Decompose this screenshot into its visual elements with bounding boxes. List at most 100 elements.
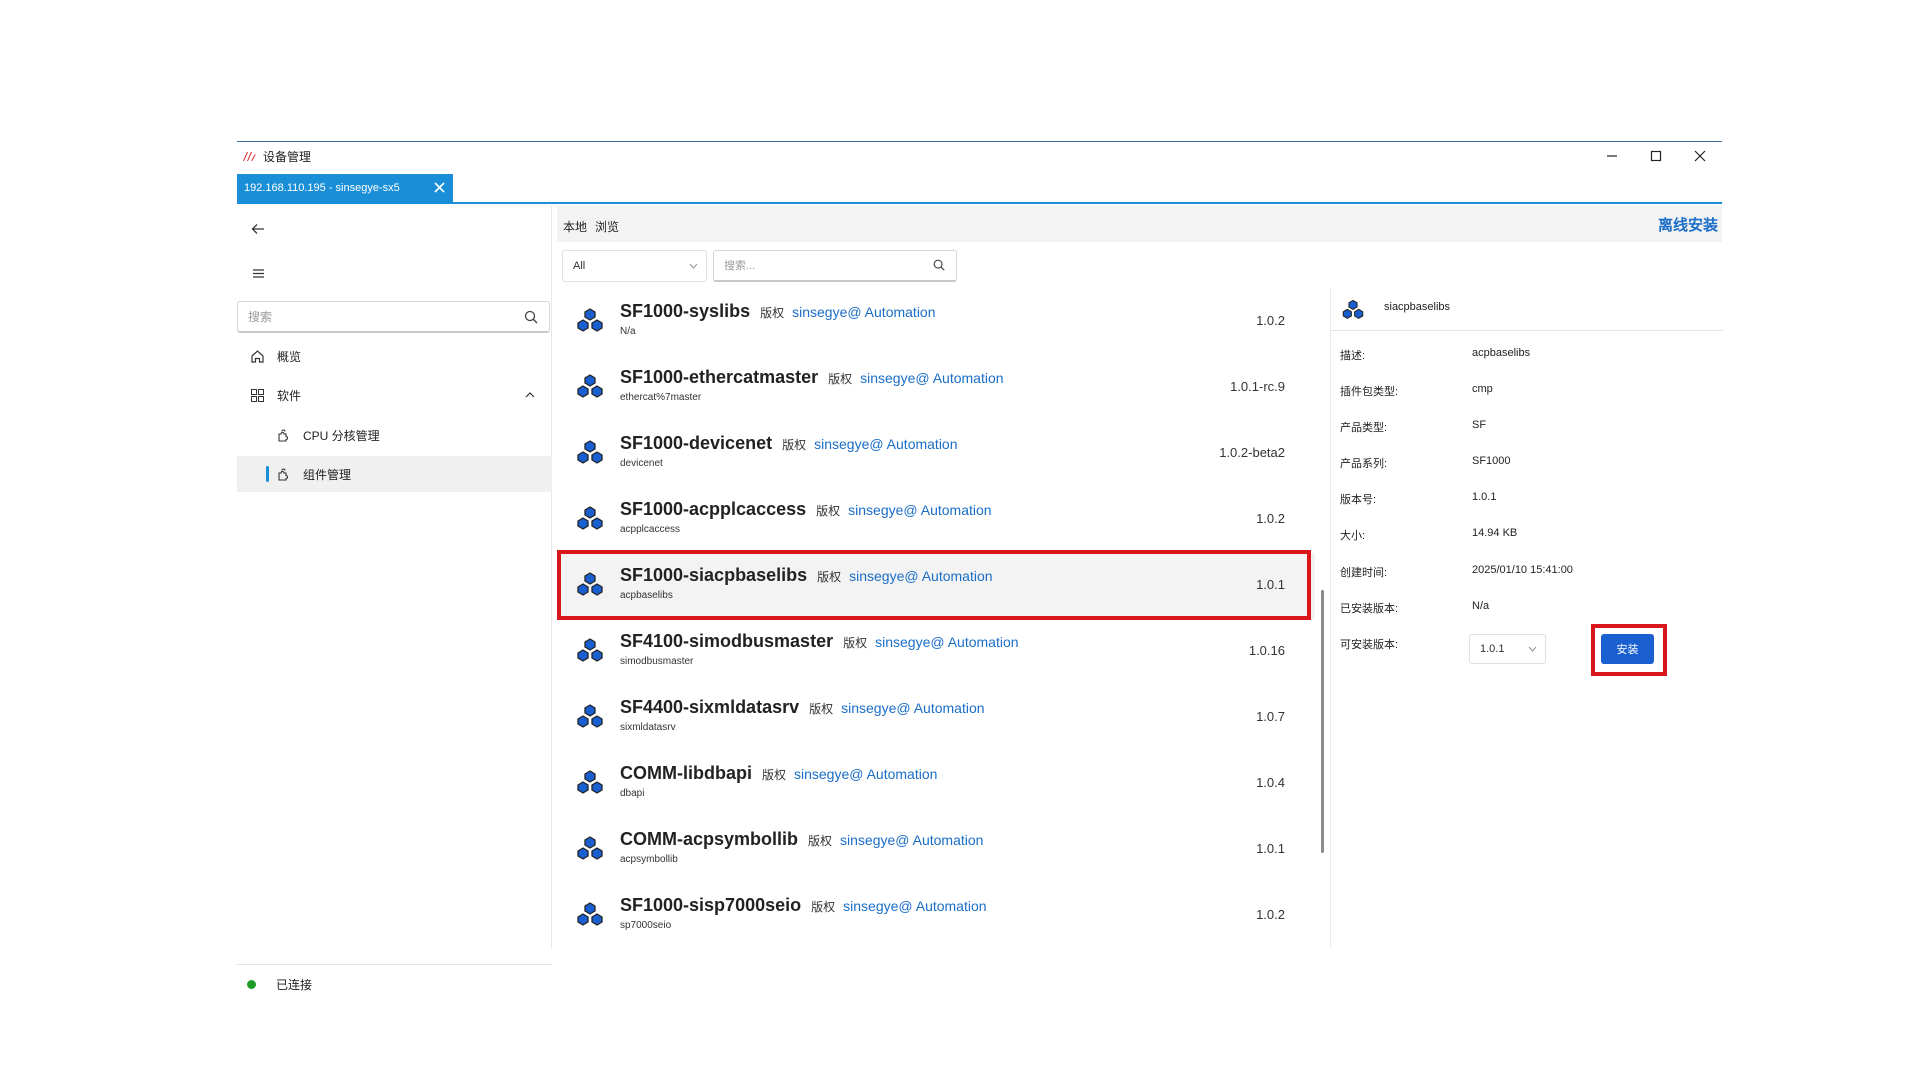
package-row[interactable]: SF1000-acpplcaccess 版权 sinsegye@ Automatio… (557, 487, 1315, 553)
tab-local[interactable]: 本地 (563, 218, 587, 235)
vendor-link[interactable]: sinsegye@ Automation (849, 568, 992, 584)
package-icon (574, 372, 606, 404)
vendor-link[interactable]: sinsegye@ Automation (794, 766, 937, 782)
property-key: 可安装版本: (1340, 639, 1399, 651)
package-row[interactable]: SF1000-ethercatmaster 版权 sinsegye@ Automat… (557, 355, 1315, 421)
install-version-select[interactable]: 1.0.1 (1469, 634, 1546, 664)
property-value: acpbaselibs (1472, 347, 1531, 359)
package-row[interactable]: COMM-acpsymbollib 版权 sinsegye@ Automation … (557, 817, 1315, 883)
vendor-link[interactable]: sinsegye@ Automation (840, 832, 983, 848)
package-name: SF1000-syslibs (620, 301, 751, 321)
detail-header: siacpbaselibs (1331, 289, 1723, 331)
package-row[interactable]: SF4100-simodbusmaster 版权 sinsegye@ Automat… (557, 619, 1315, 685)
package-row[interactable]: SF1000-syslibs 版权 sinsegye@ Automation N/a… (557, 289, 1315, 355)
puzzle-icon (275, 466, 291, 482)
vendor-link[interactable]: sinsegye@ Automation (843, 898, 986, 914)
vendor-link[interactable]: sinsegye@ Automation (841, 700, 984, 716)
vendor-link[interactable]: sinsegye@ Automation (814, 436, 957, 452)
package-version: 1.0.7 (1256, 709, 1285, 724)
maximize-button[interactable] (1634, 142, 1678, 170)
property-key: 大小: (1340, 530, 1366, 542)
sidebar-item-label: 组件管理 (303, 467, 352, 482)
package-version: 1.0.4 (1256, 775, 1285, 790)
grid-icon (249, 387, 265, 403)
tab-browse[interactable]: 浏览 (595, 218, 619, 235)
copyright-tag: 版权 (809, 702, 834, 716)
search-icon[interactable] (932, 258, 946, 272)
copyright-tag: 版权 (761, 768, 786, 782)
package-title: SF1000-syslibs 版权 sinsegye@ Automation (620, 301, 936, 322)
package-icon (574, 900, 606, 932)
package-subtitle: N/a (620, 326, 636, 337)
list-scrollbar[interactable] (1321, 590, 1324, 853)
package-row[interactable]: COMM-libdbapi 版权 sinsegye@ Automation dbap… (557, 751, 1315, 817)
package-version: 1.0.2 (1256, 511, 1285, 526)
detail-title: siacpbaselibs (1384, 301, 1451, 313)
property-key: 版本号: (1340, 494, 1377, 506)
puzzle-icon (275, 427, 291, 443)
search-icon[interactable] (523, 309, 539, 325)
package-title: SF1000-ethercatmaster 版权 sinsegye@ Automat… (620, 367, 1004, 388)
package-subtitle: dbapi (620, 788, 645, 799)
package-title: SF1000-acpplcaccess 版权 sinsegye@ Automatio… (620, 499, 992, 520)
package-title: SF4100-simodbusmaster 版权 sinsegye@ Automat… (620, 631, 1019, 652)
minimize-button[interactable] (1590, 142, 1634, 170)
category-filter-select[interactable]: All (562, 250, 707, 282)
package-search-input[interactable] (714, 259, 914, 272)
package-subtitle: devicenet (620, 458, 663, 469)
package-version: 1.0.2-beta2 (1219, 445, 1285, 460)
install-version-value: 1.0.1 (1480, 643, 1505, 655)
package-version: 1.0.2 (1256, 907, 1285, 922)
window-controls (1590, 142, 1722, 170)
package-title: SF4400-sixmldatasrv 版权 sinsegye@ Automatio… (620, 697, 985, 718)
package-subtitle: sp7000seio (620, 920, 672, 931)
package-subtitle: acpbaselibs (620, 590, 673, 601)
connection-tab-label: 192.168.110.195 - sinsegye-sx5 (244, 182, 400, 194)
back-button[interactable] (245, 216, 271, 242)
close-window-button[interactable] (1678, 142, 1722, 170)
install-button[interactable]: 安装 (1601, 634, 1654, 664)
chevron-down-icon (688, 261, 698, 271)
offline-install-link[interactable]: 离线安装 (1658, 214, 1718, 235)
package-row[interactable]: SF4400-sixmldatasrv 版权 sinsegye@ Automatio… (557, 685, 1315, 751)
close-tab-icon[interactable] (429, 177, 449, 197)
package-row[interactable]: SF1000-sisp7000seio 版权 sinsegye@ Automatio… (557, 883, 1315, 947)
sidebar-item-component[interactable]: 组件管理 (237, 456, 552, 492)
selection-indicator (266, 466, 269, 482)
sidebar: 概览 软件 CPU 分核管理 组件管理 已连接 (237, 206, 552, 992)
copyright-tag: 版权 (828, 372, 853, 386)
package-title: COMM-libdbapi 版权 sinsegye@ Automation (620, 763, 937, 784)
package-row[interactable]: SF1000-devicenet 版权 sinsegye@ Automation d… (557, 421, 1315, 487)
vendor-link[interactable]: sinsegye@ Automation (860, 370, 1003, 386)
sidebar-search[interactable] (237, 301, 550, 333)
sidebar-item-software[interactable]: 软件 (237, 377, 552, 413)
connection-status: 已连接 (237, 964, 552, 1004)
detail-panel: siacpbaselibs 描述: acpbaselibs 插件包类型: cmp 产品类… (1330, 289, 1723, 947)
package-name: SF1000-devicenet (620, 433, 773, 453)
package-version: 1.0.1-rc.9 (1230, 379, 1285, 394)
connection-tab-bar: 192.168.110.195 - sinsegye-sx5 (237, 174, 1722, 204)
copyright-tag: 版权 (811, 900, 836, 914)
package-row[interactable]: SF1000-siacpbaselibs 版权 sinsegye@ Automati… (557, 553, 1315, 619)
vendor-link[interactable]: sinsegye@ Automation (875, 634, 1018, 650)
package-icon (574, 504, 606, 536)
connection-tab[interactable]: 192.168.110.195 - sinsegye-sx5 (237, 174, 453, 202)
package-name: SF1000-acpplcaccess (620, 499, 807, 519)
vendor-link[interactable]: sinsegye@ Automation (848, 502, 991, 518)
package-version: 1.0.16 (1248, 643, 1285, 658)
property-key: 已安装版本: (1340, 603, 1399, 615)
package-search[interactable] (713, 250, 957, 282)
package-version: 1.0.2 (1256, 313, 1285, 328)
vendor-link[interactable]: sinsegye@ Automation (792, 304, 935, 320)
chevron-up-icon[interactable] (522, 387, 538, 403)
package-name: SF4100-simodbusmaster (620, 631, 834, 651)
sidebar-search-input[interactable] (238, 309, 508, 324)
sidebar-item-cpu-core[interactable]: CPU 分核管理 (237, 417, 552, 453)
menu-button[interactable] (245, 260, 271, 286)
property-value: 1.0.1 (1472, 491, 1497, 503)
package-icon (574, 636, 606, 668)
sidebar-item-overview[interactable]: 概览 (237, 338, 552, 374)
package-subtitle: ethercat%7master (620, 392, 702, 403)
sidebar-item-label: CPU 分核管理 (303, 428, 380, 443)
package-icon (574, 306, 606, 338)
